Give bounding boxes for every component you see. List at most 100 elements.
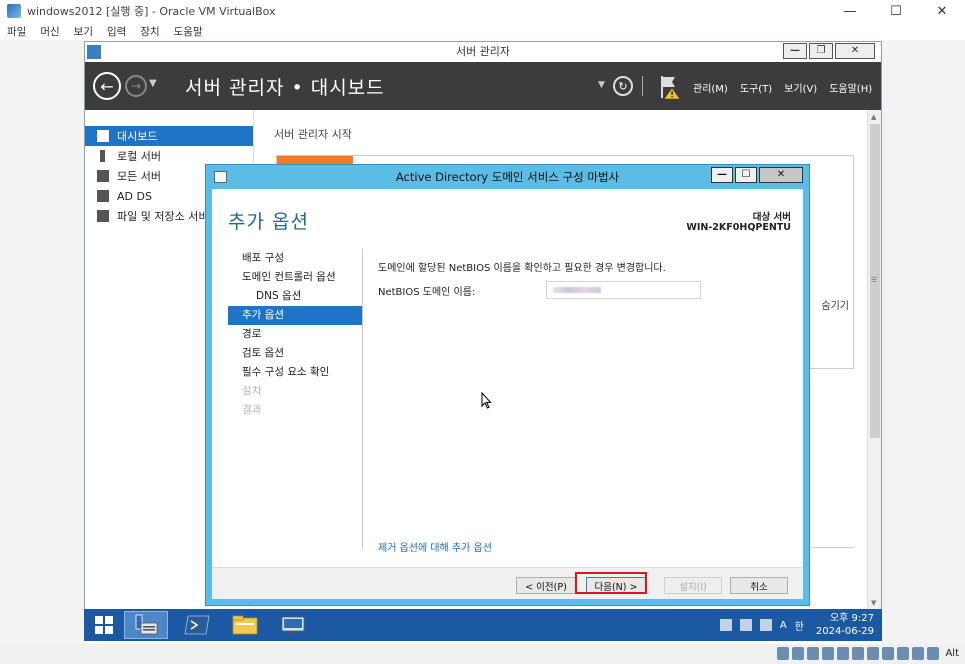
- netbios-label: NetBIOS 도메인 이름:: [378, 287, 476, 298]
- servers-icon: [97, 170, 109, 182]
- sm-close-button[interactable]: ✕: [835, 43, 875, 59]
- nav-divider: [362, 249, 363, 549]
- previous-button[interactable]: < 이전(P): [516, 577, 576, 594]
- netbios-domain-name-field[interactable]: [546, 281, 701, 299]
- wizard-title: Active Directory 도메인 서비스 구성 마법사: [395, 170, 620, 184]
- wizard-main-panel: 도메인에 할당된 NetBIOS 이름을 확인하고 필요한 경우 변경합니다. …: [378, 259, 788, 299]
- wizard-maximize-button[interactable]: ☐: [735, 167, 757, 183]
- folder-icon: [232, 615, 258, 635]
- ad-ds-wizard-dialog: Active Directory 도메인 서비스 구성 마법사 — ☐ ✕ 추가…: [205, 164, 810, 606]
- sidebar-item-label: AD DS: [117, 189, 152, 203]
- shared-folders-icon[interactable]: [852, 647, 864, 660]
- close-button[interactable]: ✕: [919, 0, 965, 22]
- vbox-statusbar: Alt: [0, 644, 965, 664]
- start-button[interactable]: [88, 611, 120, 639]
- system-tray: A 한 오후 9:27 2024-06-29: [719, 612, 874, 638]
- mouse-integration-icon[interactable]: [912, 647, 924, 660]
- recording-icon[interactable]: [882, 647, 894, 660]
- forward-arrow-icon[interactable]: →: [125, 75, 147, 97]
- network-tool-icon: [281, 616, 305, 634]
- netbios-row: NetBIOS 도메인 이름:: [378, 281, 788, 299]
- tray-date: 2024-06-29: [815, 626, 874, 637]
- menu-help-sm[interactable]: 도움말(H): [829, 80, 872, 95]
- usb-icon[interactable]: [837, 647, 849, 660]
- wizard-navigation: 배포 구성 도메인 컨트롤러 옵션 DNS 옵션 추가 옵션 경로 검토 옵션 …: [228, 249, 362, 420]
- optical-drive-icon[interactable]: [792, 647, 804, 660]
- back-arrow-icon[interactable]: ←: [93, 72, 121, 100]
- tray-clock[interactable]: 오후 9:27 2024-06-29: [816, 612, 874, 638]
- refresh-icon[interactable]: ↻: [613, 76, 633, 96]
- ime-mode-a[interactable]: A: [780, 620, 787, 631]
- nav-review-options[interactable]: 검토 옵션: [228, 344, 362, 363]
- maximize-button[interactable]: ☐: [873, 0, 919, 22]
- sidebar-item-dashboard[interactable]: 대시보드: [85, 126, 253, 146]
- hide-link[interactable]: 숨기기: [821, 297, 849, 312]
- volume-muted-icon[interactable]: [759, 619, 772, 631]
- server-manager-icon: [135, 614, 158, 635]
- menu-view-sm[interactable]: 보기(V): [784, 80, 817, 95]
- wizard-close-button[interactable]: ✕: [759, 167, 803, 183]
- menu-tools[interactable]: 도구(T): [740, 80, 772, 95]
- vm-left-margin: [0, 40, 84, 644]
- redacted-value: [553, 287, 601, 293]
- menu-file[interactable]: 파일: [7, 24, 26, 39]
- server-manager-window-title: 서버 관리자: [455, 45, 511, 58]
- vertical-scrollbar[interactable]: ▲ ☰ ▼: [867, 110, 881, 610]
- host-key-arrow-icon[interactable]: [927, 647, 939, 660]
- nav-additional-options[interactable]: 추가 옵션: [228, 306, 362, 325]
- vbox-titlebar: windows2012 [실행 중] - Oracle VM VirtualBo…: [0, 0, 965, 22]
- scroll-up-icon[interactable]: ▲: [871, 113, 876, 121]
- nav-deployment-configuration[interactable]: 배포 구성: [228, 249, 362, 268]
- taskbar-server-manager[interactable]: [124, 611, 168, 639]
- wizard-footer: < 이전(P) 다음(N) > 설치(I) 취소: [212, 567, 803, 599]
- menu-help[interactable]: 도움말: [174, 24, 203, 39]
- install-button: 설치(I): [664, 577, 722, 594]
- wizard-titlebar: Active Directory 도메인 서비스 구성 마법사 — ☐ ✕: [206, 165, 809, 189]
- sm-restore-button[interactable]: ❐: [809, 43, 833, 59]
- taskbar: A 한 오후 9:27 2024-06-29: [84, 609, 882, 641]
- more-about-options-link[interactable]: 제거 옵션에 대해 추가 옵션: [378, 539, 492, 554]
- nav-domain-controller-options[interactable]: 도메인 컨트롤러 옵션: [228, 268, 362, 287]
- nav-prerequisites-check[interactable]: 필수 구성 요소 확인: [228, 363, 362, 382]
- virtualbox-app-icon: [7, 4, 21, 18]
- menu-view[interactable]: 보기: [74, 24, 93, 39]
- hdd-status-icon[interactable]: [777, 647, 789, 660]
- cpu-icon[interactable]: [897, 647, 909, 660]
- header-separator: [642, 76, 643, 96]
- sidebar-item-local-server[interactable]: 로컬 서버: [85, 146, 253, 166]
- wizard-minimize-button[interactable]: —: [711, 167, 733, 183]
- audio-icon[interactable]: [807, 647, 819, 660]
- netbios-description: 도메인에 할당된 NetBIOS 이름을 확인하고 필요한 경우 변경합니다.: [378, 263, 666, 274]
- network-adapter-icon[interactable]: [822, 647, 834, 660]
- nav-installation: 설치: [242, 385, 262, 397]
- mouse-cursor-icon: [481, 392, 492, 409]
- header-title: 서버 관리자 • 대시보드: [185, 77, 385, 99]
- menu-manage[interactable]: 관리(M): [693, 80, 728, 95]
- menu-devices[interactable]: 장치: [140, 24, 159, 39]
- minimize-button[interactable]: —: [827, 0, 873, 22]
- refresh-dropdown-icon[interactable]: ▼: [598, 80, 605, 90]
- network-icon[interactable]: [739, 619, 752, 631]
- server-manager-header: ← → ▼ 서버 관리자 • 대시보드 ▼ ↻ 관리(M) 도구(T) 보기(V…: [85, 62, 881, 110]
- flag-icon[interactable]: [719, 619, 732, 631]
- wizard-body: 추가 옵션 대상 서버 WIN-2KF0HQPENTU 배포 구성 도메인 컨트…: [212, 189, 803, 599]
- menu-input[interactable]: 입력: [107, 24, 126, 39]
- nav-paths[interactable]: 경로: [228, 325, 362, 344]
- target-server-label: 대상 서버: [752, 212, 791, 223]
- display-icon[interactable]: [867, 647, 879, 660]
- cancel-button[interactable]: 취소: [730, 577, 788, 594]
- next-button-highlight: [575, 572, 647, 594]
- taskbar-powershell[interactable]: [176, 611, 218, 639]
- powershell-icon: [184, 615, 210, 635]
- nav-dns-options[interactable]: DNS 옵션: [228, 287, 362, 306]
- sm-minimize-button[interactable]: —: [783, 43, 807, 59]
- scroll-down-icon[interactable]: ▼: [871, 599, 876, 607]
- menu-machine[interactable]: 머신: [40, 24, 59, 39]
- tray-time: 오후 9:27: [829, 613, 874, 624]
- vbox-menubar: 파일 머신 보기 입력 장치 도움말: [0, 22, 965, 40]
- history-dropdown-icon[interactable]: ▼: [149, 78, 157, 89]
- taskbar-file-explorer[interactable]: [224, 611, 266, 639]
- ime-mode-han[interactable]: 한: [795, 618, 804, 633]
- taskbar-network-tool[interactable]: [272, 611, 314, 639]
- notification-flag-warning-icon[interactable]: [658, 74, 682, 100]
